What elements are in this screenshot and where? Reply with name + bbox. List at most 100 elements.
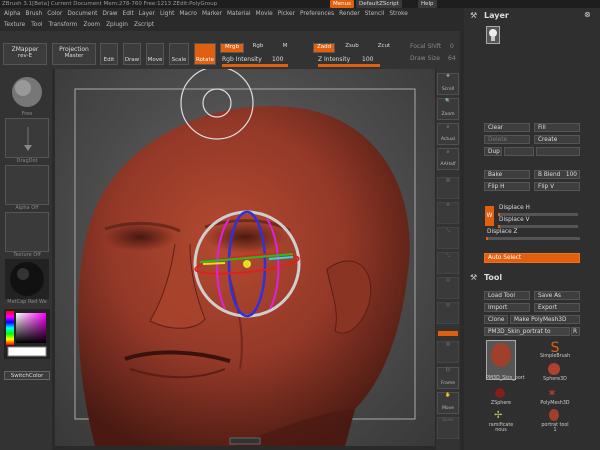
- menu-brush[interactable]: Brush: [25, 9, 42, 20]
- menu-marker[interactable]: Marker: [202, 9, 222, 20]
- layer-thumbnail[interactable]: [486, 26, 500, 44]
- menu-color[interactable]: Color: [47, 9, 62, 20]
- clone-button[interactable]: Clone: [484, 315, 508, 324]
- menu-document[interactable]: Document: [67, 9, 97, 20]
- menu-alpha[interactable]: Alpha: [4, 9, 20, 20]
- displace-v-slider[interactable]: Displace V: [496, 216, 580, 225]
- zoom-button[interactable]: 🔍 Zoom: [437, 98, 459, 120]
- menu-texture[interactable]: Texture: [4, 20, 25, 31]
- menu-render[interactable]: Render: [339, 9, 360, 20]
- menu-movie[interactable]: Movie: [256, 9, 273, 20]
- menu-transform[interactable]: Transform: [49, 20, 78, 31]
- shelf-move-button[interactable]: ✋ Move: [437, 392, 459, 414]
- color-picker[interactable]: [4, 309, 50, 359]
- zmapper-button[interactable]: ZMapper rev-E: [3, 43, 47, 65]
- ramificate-icon[interactable]: ✢: [494, 410, 502, 421]
- shelf-dim-5[interactable]: ▤: [437, 277, 459, 299]
- sphere3d-icon[interactable]: [547, 362, 561, 378]
- edit-mode-button[interactable]: Edit: [100, 43, 118, 65]
- move-mode-button[interactable]: Move: [146, 43, 164, 65]
- zsphere-icon[interactable]: [493, 386, 507, 402]
- flip-h-button[interactable]: Flip H: [484, 182, 530, 191]
- shelf-dim-3[interactable]: ⤡: [437, 227, 459, 249]
- z-intensity-value: 100: [362, 56, 374, 63]
- zadd-button[interactable]: Zadd: [313, 43, 335, 53]
- bake-button[interactable]: Bake: [484, 170, 530, 179]
- menus-button[interactable]: Menus: [330, 0, 354, 8]
- polymesh3d-icon[interactable]: ✶: [547, 386, 557, 400]
- menu-edit[interactable]: Edit: [123, 9, 134, 20]
- stroke-button[interactable]: [5, 118, 49, 158]
- export-button[interactable]: Export: [534, 303, 580, 312]
- shelf-dim-1[interactable]: ▦: [437, 177, 459, 199]
- m-button[interactable]: M: [280, 43, 290, 53]
- portrat-tool-icon[interactable]: [547, 408, 561, 424]
- displace-h-slider[interactable]: Displace H: [496, 204, 580, 213]
- aahalf-button[interactable]: ⌕ AAHalf: [437, 148, 459, 170]
- dup-layer-button[interactable]: Dup: [484, 147, 502, 156]
- flip-v-button[interactable]: Flip V: [534, 182, 580, 191]
- current-tool-name[interactable]: PM3D_Skin_portrat to: [484, 327, 570, 336]
- shelf-dim-7[interactable]: ▦: [437, 341, 459, 363]
- alpha-button[interactable]: [5, 165, 49, 205]
- layer-btn-dim-a[interactable]: [504, 147, 534, 156]
- menu-layer[interactable]: Layer: [139, 9, 155, 20]
- menu-zoom[interactable]: Zoom: [83, 20, 100, 31]
- menu-bar: Alpha Brush Color Document Draw Edit Layer Ligh…: [0, 9, 430, 20]
- make-polymesh-button[interactable]: Make PolyMesh3D: [510, 315, 580, 324]
- shelf-dim-2[interactable]: ✥: [437, 202, 459, 224]
- wrench-icon: ⚒: [470, 11, 478, 20]
- zsub-button[interactable]: Zsub: [342, 43, 362, 53]
- layer-btn-dim-b[interactable]: [536, 147, 580, 156]
- help-button[interactable]: Help: [418, 0, 437, 8]
- shelf-dim-6[interactable]: ▥: [437, 302, 459, 324]
- frame-button[interactable]: ⬡ Frame: [437, 367, 459, 389]
- b-blend-slider[interactable]: B Blend 100: [534, 170, 580, 179]
- canvas-viewport[interactable]: [55, 69, 435, 446]
- menu-zplugin[interactable]: Zplugin: [106, 20, 128, 31]
- scroll-button[interactable]: ✥ Scroll: [437, 73, 459, 95]
- menu-preferences[interactable]: Preferences: [300, 9, 334, 20]
- fill-layer-button[interactable]: Fill: [534, 123, 580, 132]
- projection-master-button[interactable]: Projection Master: [52, 43, 96, 65]
- tool-tile-simplebrush-label: SimpleBrush: [540, 354, 571, 359]
- texture-button[interactable]: [5, 212, 49, 252]
- import-button[interactable]: Import: [484, 303, 530, 312]
- actual-button[interactable]: ⌕ Actual: [437, 123, 459, 145]
- menu-light[interactable]: Light: [160, 9, 174, 20]
- draw-mode-button[interactable]: Draw: [123, 43, 141, 65]
- shelf-scale-button[interactable]: Scale: [437, 417, 459, 439]
- delete-layer-button[interactable]: Delete: [484, 135, 530, 144]
- default-zscript-button[interactable]: DefaultZScript: [356, 0, 402, 8]
- rgb-button[interactable]: Rgb: [248, 43, 268, 53]
- close-icon[interactable]: ⊗: [584, 10, 591, 19]
- menu-zscript[interactable]: Zscript: [134, 20, 154, 31]
- menu-stencil[interactable]: Stencil: [365, 9, 385, 20]
- save-as-button[interactable]: Save As: [534, 291, 580, 300]
- switch-color-button[interactable]: SwitchColor: [4, 371, 50, 380]
- tool-tile-pm3d[interactable]: [486, 340, 516, 380]
- menu-draw[interactable]: Draw: [102, 9, 117, 20]
- menu-tool[interactable]: Tool: [31, 20, 42, 31]
- displace-z-slider[interactable]: Displace Z: [484, 228, 580, 237]
- scale-mode-button[interactable]: Scale: [169, 43, 189, 65]
- clear-layer-button[interactable]: Clear: [484, 123, 530, 132]
- w-toggle[interactable]: W: [485, 206, 494, 226]
- shelf-dim-4[interactable]: ⤡: [437, 252, 459, 274]
- brush-button[interactable]: [5, 73, 49, 111]
- rotate-mode-button[interactable]: Rotate: [194, 43, 216, 65]
- load-tool-button[interactable]: Load Tool: [484, 291, 530, 300]
- rgb-intensity-slider[interactable]: [222, 64, 288, 67]
- menu-picker[interactable]: Picker: [278, 9, 295, 20]
- r-button[interactable]: R: [571, 327, 580, 336]
- menu-material[interactable]: Material: [227, 9, 251, 20]
- zcut-button[interactable]: Zcut: [374, 43, 394, 53]
- menu-stroke[interactable]: Stroke: [389, 9, 407, 20]
- toolbar: ZMapper rev-E Projection Master Edit Dra…: [0, 31, 460, 69]
- menu-macro[interactable]: Macro: [179, 9, 197, 20]
- auto-select-button[interactable]: Auto Select: [484, 253, 580, 263]
- material-button[interactable]: [5, 259, 49, 299]
- create-layer-button[interactable]: Create: [534, 135, 580, 144]
- z-intensity-slider[interactable]: [318, 64, 380, 67]
- mrgb-button[interactable]: Mrgb: [220, 43, 244, 53]
